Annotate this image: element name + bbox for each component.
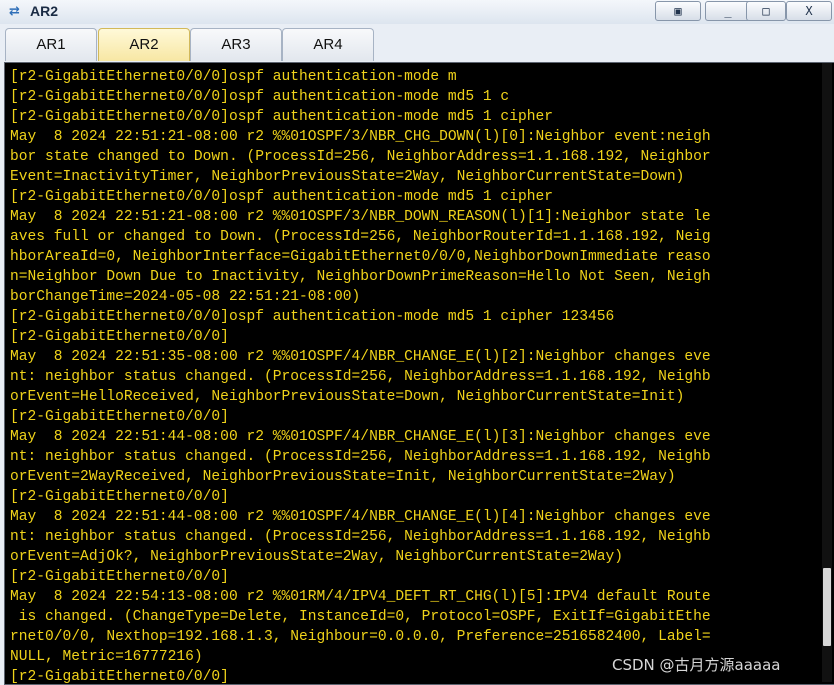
app-icon: ⇄ — [9, 4, 20, 19]
console-line: May 8 2024 22:54:13-08:00 r2 %%01RM/4/IP… — [10, 589, 711, 605]
console-line: [r2-GigabitEthernet0/0/0] — [10, 329, 229, 345]
console-line: [r2-GigabitEthernet0/0/0] — [10, 569, 229, 585]
console-line: nt: neighbor status changed. (ProcessId=… — [10, 529, 711, 545]
device-tab-bar: AR1 AR2 AR3 AR4 — [0, 24, 834, 62]
console-line: hborAreaId=0, NeighborInterface=GigabitE… — [10, 249, 711, 265]
vertical-scrollbar[interactable] — [822, 63, 832, 682]
console-line: [r2-GigabitEthernet0/0/0] — [10, 489, 229, 505]
console-line: orEvent=AdjOk?, NeighborPreviousState=2W… — [10, 549, 624, 565]
tab-ar1[interactable]: AR1 — [5, 28, 97, 61]
maximize-button[interactable]: □ — [746, 1, 786, 21]
console-line: orEvent=2WayReceived, NeighborPreviousSt… — [10, 469, 676, 485]
console-line: rnet0/0/0, Nexthop=192.168.1.3, Neighbou… — [10, 629, 711, 645]
tab-ar3[interactable]: AR3 — [190, 28, 282, 61]
console-line: May 8 2024 22:51:21-08:00 r2 %%01OSPF/3/… — [10, 129, 711, 145]
console-line: is changed. (ChangeType=Delete, Instance… — [10, 609, 711, 625]
console-line: borChangeTime=2024-05-08 22:51:21-08:00) — [10, 289, 361, 305]
window-titlebar: ⇄ AR2 ▣ _ □ X — [0, 0, 834, 25]
console-line: [r2-GigabitEthernet0/0/0]ospf authentica… — [10, 109, 553, 125]
console-line: May 8 2024 22:51:44-08:00 r2 %%01OSPF/4/… — [10, 429, 711, 445]
tab-ar2[interactable]: AR2 — [98, 28, 190, 61]
tab-ar4[interactable]: AR4 — [282, 28, 374, 61]
minimize-button[interactable]: _ — [705, 1, 751, 21]
console-line: May 8 2024 22:51:44-08:00 r2 %%01OSPF/4/… — [10, 509, 711, 525]
console-line: [r2-GigabitEthernet0/0/0]ospf authentica… — [10, 189, 553, 205]
console-line: aves full or changed to Down. (ProcessId… — [10, 229, 711, 245]
watermark-text: CSDN @古月方源aaaaa — [612, 656, 781, 674]
console-line: n=Neighbor Down Due to Inactivity, Neigh… — [10, 269, 711, 285]
terminal-output[interactable]: [r2-GigabitEthernet0/0/0]ospf authentica… — [10, 67, 810, 683]
console-line: [r2-GigabitEthernet0/0/0]ospf authentica… — [10, 309, 615, 325]
console-line: [r2-GigabitEthernet0/0/0] — [10, 409, 229, 425]
console-line: nt: neighbor status changed. (ProcessId=… — [10, 449, 711, 465]
console-line: bor state changed to Down. (ProcessId=25… — [10, 149, 711, 165]
console-line: [r2-GigabitEthernet0/0/0]ospf authentica… — [10, 69, 457, 85]
console-line: nt: neighbor status changed. (ProcessId=… — [10, 369, 711, 385]
close-button[interactable]: X — [786, 1, 832, 21]
console-line: orEvent=HelloReceived, NeighborPreviousS… — [10, 389, 685, 405]
terminal-window[interactable]: [r2-GigabitEthernet0/0/0]ospf authentica… — [4, 62, 834, 685]
console-line: May 8 2024 22:51:35-08:00 r2 %%01OSPF/4/… — [10, 349, 711, 365]
window-title: AR2 — [30, 3, 59, 19]
console-line: May 8 2024 22:51:21-08:00 r2 %%01OSPF/3/… — [10, 209, 711, 225]
restore-button[interactable]: ▣ — [655, 1, 701, 21]
scrollbar-thumb[interactable] — [823, 568, 831, 646]
console-line: Event=InactivityTimer, NeighborPreviousS… — [10, 169, 685, 185]
console-line: [r2-GigabitEthernet0/0/0]ospf authentica… — [10, 89, 510, 105]
